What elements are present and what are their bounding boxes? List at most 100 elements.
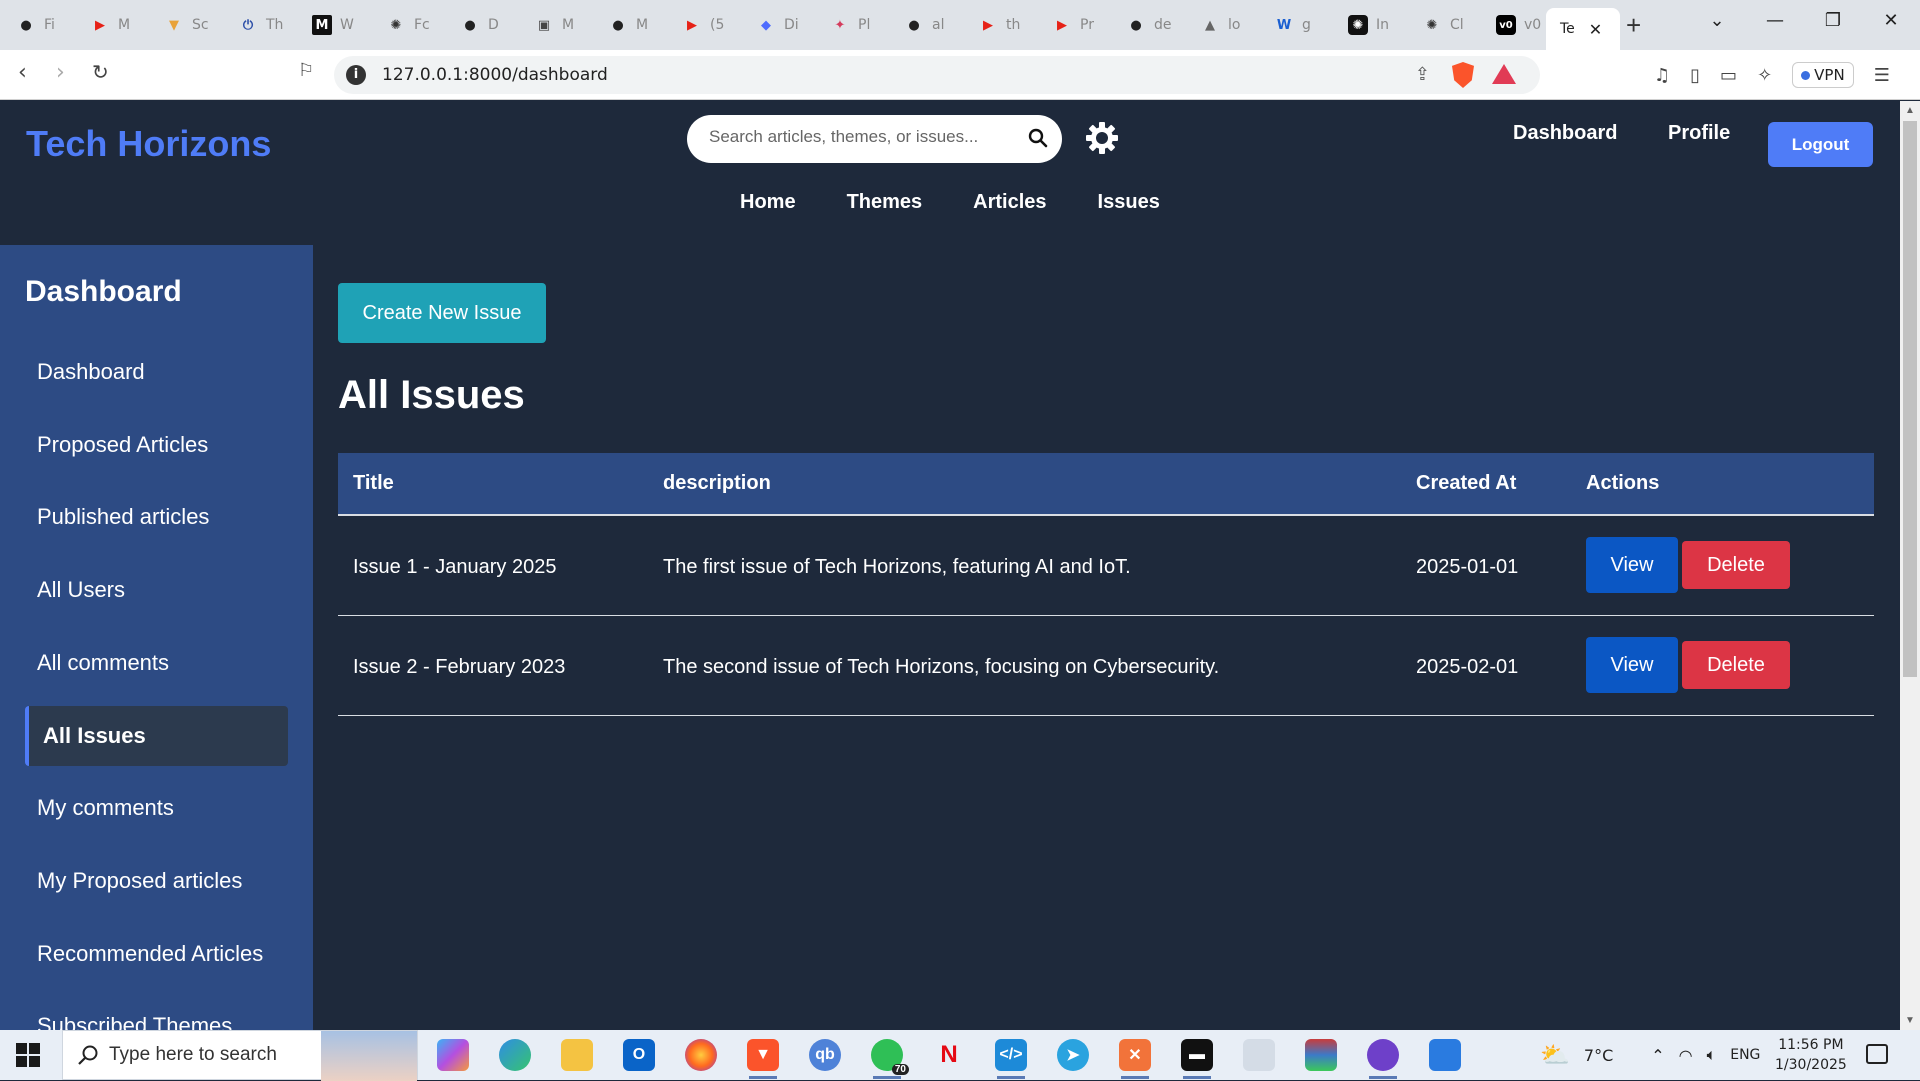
logout-button[interactable]: Logout <box>1768 122 1873 167</box>
taskbar-clock[interactable]: 11:56 PM 1/30/2025 <box>1775 1035 1847 1075</box>
sidebar-item-proposed-articles[interactable]: Proposed Articles <box>25 415 288 475</box>
close-window-icon[interactable]: ✕ <box>1862 10 1920 31</box>
browser-tab[interactable]: MW <box>298 8 370 42</box>
browser-tab[interactable]: Wg <box>1260 8 1332 42</box>
brave-shields-icon[interactable] <box>1452 62 1474 88</box>
new-tab-icon[interactable]: + <box>1626 10 1641 41</box>
terminal-icon[interactable]: ▬ <box>1181 1039 1213 1079</box>
sidebar-item-dashboard[interactable]: Dashboard <box>25 342 288 402</box>
weather-temp[interactable]: 7°C <box>1584 1046 1613 1065</box>
close-tab-icon[interactable]: ✕ <box>1589 20 1602 39</box>
browser-tab[interactable]: ● al <box>890 8 962 42</box>
telegram-icon[interactable]: ➤ <box>1057 1039 1089 1071</box>
music-icon[interactable]: ♫ <box>1654 65 1670 86</box>
browser-tab[interactable]: ▲ lo <box>1186 8 1258 42</box>
browser-tab[interactable]: ✺ Cl <box>1408 8 1480 42</box>
sidebar-item-recommended-articles[interactable]: Recommended Articles <box>25 924 288 984</box>
taskbar-search[interactable]: Type here to search <box>62 1030 418 1081</box>
reload-icon[interactable]: ↻ <box>92 60 109 84</box>
image-viewer-icon[interactable] <box>1429 1039 1461 1071</box>
outlook-icon[interactable]: O <box>623 1039 655 1071</box>
browser-tab[interactable]: ▼ Sc <box>150 8 222 42</box>
browser-tab[interactable]: ✺ In <box>1334 8 1406 42</box>
github-desktop-icon[interactable] <box>1367 1039 1399 1079</box>
copilot-icon[interactable] <box>437 1039 469 1071</box>
theme-toggle-gear-icon[interactable] <box>1085 121 1119 155</box>
sidebar-item-all-issues[interactable]: All Issues <box>25 706 288 766</box>
firefox-icon[interactable] <box>685 1039 717 1071</box>
wifi-icon[interactable]: ◠ <box>1679 1046 1693 1065</box>
sidebar-item-my-proposed-articles[interactable]: My Proposed articles <box>25 851 288 911</box>
nav-home-link[interactable]: Home <box>740 191 796 214</box>
browser-tab[interactable]: ● M <box>594 8 666 42</box>
sidebar-item-all-users[interactable]: All Users <box>25 560 288 620</box>
edge-icon[interactable] <box>499 1039 531 1071</box>
browser-tab[interactable]: ⏻ Th <box>224 8 296 42</box>
brave-icon[interactable]: ▼ <box>747 1039 779 1079</box>
nav-profile-link[interactable]: Profile <box>1668 122 1730 145</box>
browser-tab[interactable]: ◆ Di <box>742 8 814 42</box>
vpn-button[interactable]: VPN <box>1792 62 1854 88</box>
browser-tab[interactable]: ● D <box>446 8 518 42</box>
volume-icon[interactable]: 🔈︎ <box>1707 1045 1717 1065</box>
minimize-icon[interactable]: — <box>1746 10 1804 31</box>
browser-tab[interactable]: ● Fi <box>2 8 74 42</box>
language-indicator[interactable]: ENG <box>1730 1047 1760 1063</box>
winrar-icon[interactable] <box>1305 1039 1337 1071</box>
bookmark-icon[interactable]: ⚐ <box>298 60 314 81</box>
sidebar-item-subscribed-themes[interactable]: Subscribed Themes <box>25 996 288 1030</box>
file-explorer-icon[interactable] <box>561 1039 593 1071</box>
sidebar-item-published-articles[interactable]: Published articles <box>25 487 288 547</box>
sidebar-item-all-comments[interactable]: All comments <box>25 633 288 693</box>
browser-tab[interactable]: ✦ Pl <box>816 8 888 42</box>
browser-tab[interactable]: ● de <box>1112 8 1184 42</box>
photos-icon[interactable] <box>1243 1039 1275 1071</box>
scroll-up-icon[interactable]: ▲ <box>1905 105 1915 116</box>
view-button[interactable]: View <box>1586 537 1678 594</box>
nav-articles-link[interactable]: Articles <box>973 191 1046 214</box>
share-icon[interactable]: ⇪ <box>1415 64 1430 85</box>
url-bar[interactable]: i 127.0.0.1:8000/dashboard ⇪ <box>334 56 1540 94</box>
browser-tab[interactable]: ▶ M <box>76 8 148 42</box>
site-logo[interactable]: Tech Horizons <box>26 123 271 165</box>
create-issue-button[interactable]: Create New Issue <box>338 283 546 343</box>
browser-tab[interactable]: ▶ Pr <box>1038 8 1110 42</box>
maximize-icon[interactable]: ❐ <box>1804 10 1862 31</box>
sidebar-toggle-icon[interactable]: ▯ <box>1690 65 1700 86</box>
leo-ai-icon[interactable]: ✧ <box>1757 65 1772 86</box>
browser-tab[interactable]: ▣ M <box>520 8 592 42</box>
scroll-down-icon[interactable]: ▼ <box>1905 1015 1915 1026</box>
forward-icon[interactable]: › <box>56 60 65 85</box>
nav-issues-link[interactable]: Issues <box>1098 191 1160 214</box>
scrollbar-thumb[interactable] <box>1903 121 1917 677</box>
nav-themes-link[interactable]: Themes <box>847 191 923 214</box>
sidebar-item-my-comments[interactable]: My comments <box>25 778 288 838</box>
netflix-icon[interactable]: N <box>933 1039 965 1071</box>
search-input[interactable] <box>709 127 1009 147</box>
wallet-icon[interactable]: ▭ <box>1720 65 1737 86</box>
delete-button[interactable]: Delete <box>1682 541 1790 590</box>
brave-rewards-icon[interactable] <box>1492 64 1516 84</box>
menu-icon[interactable]: ☰ <box>1874 65 1890 86</box>
nav-dashboard-link[interactable]: Dashboard <box>1513 122 1617 145</box>
windows-start-icon[interactable] <box>16 1043 40 1067</box>
site-info-icon[interactable]: i <box>346 65 366 85</box>
vscode-icon[interactable]: </> <box>995 1039 1027 1079</box>
tab-list-chevron-icon[interactable]: ⌄ <box>1688 10 1746 31</box>
back-icon[interactable]: ‹ <box>18 60 27 85</box>
browser-tab[interactable]: v0 v0 <box>1482 8 1554 42</box>
page-scrollbar[interactable]: ▲ ▼ <box>1900 101 1920 1030</box>
qbittorrent-icon[interactable]: qb <box>809 1039 841 1071</box>
xampp-icon[interactable]: ✕ <box>1119 1039 1151 1079</box>
show-hidden-icons-chevron-icon[interactable]: ⌃ <box>1651 1046 1664 1065</box>
whatsapp-icon[interactable]: 70 <box>871 1039 909 1079</box>
notification-center-icon[interactable] <box>1866 1044 1888 1064</box>
browser-tab-active[interactable]: Te ✕ <box>1546 8 1620 50</box>
browser-tab[interactable]: ✺ Fc <box>372 8 444 42</box>
search-icon[interactable] <box>1028 128 1048 148</box>
weather-cloud-icon[interactable]: ⛅ <box>1540 1041 1570 1069</box>
view-button[interactable]: View <box>1586 637 1678 693</box>
browser-tab[interactable]: ▶ (5 <box>668 8 740 42</box>
delete-button[interactable]: Delete <box>1682 641 1790 689</box>
browser-tab[interactable]: ▶ th <box>964 8 1036 42</box>
